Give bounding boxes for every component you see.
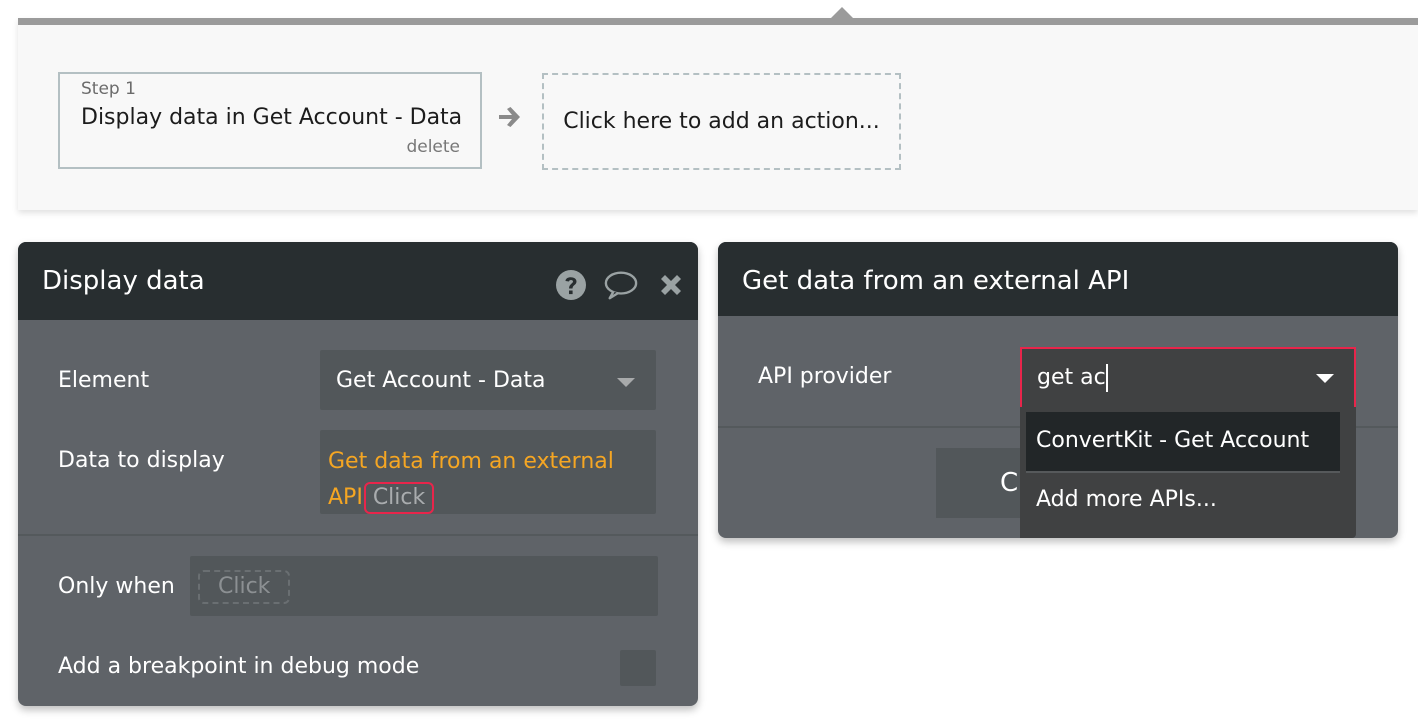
only-when-label: Only when bbox=[58, 574, 175, 599]
api-provider-input-value: get ac bbox=[1037, 365, 1106, 390]
step-number: Step 1 bbox=[81, 79, 136, 99]
click-chip-active[interactable]: Click bbox=[363, 482, 435, 514]
panel-header: Get data from an external API bbox=[718, 242, 1398, 316]
help-icon[interactable] bbox=[554, 268, 588, 302]
arrow-right-icon bbox=[499, 107, 520, 127]
workflow-bar: Step 1 Display data in Get Account - Dat… bbox=[18, 7, 1418, 210]
workflow-step-1[interactable]: Step 1 Display data in Get Account - Dat… bbox=[58, 72, 482, 169]
chevron-down-icon bbox=[617, 378, 635, 387]
expression-text[interactable]: Get data from an external API Click bbox=[328, 444, 648, 516]
panel-title: Get data from an external API bbox=[742, 266, 1130, 296]
dropdown-option-convertkit-get-account[interactable]: ConvertKit - Get Account bbox=[1026, 412, 1340, 473]
panel-header: Display data bbox=[18, 242, 698, 320]
dropdown-option-add-more-apis[interactable]: Add more APIs... bbox=[1036, 487, 1217, 512]
api-provider-search-input[interactable]: get ac bbox=[1020, 347, 1356, 407]
breakpoint-label: Add a breakpoint in debug mode bbox=[58, 654, 420, 679]
data-to-display-field[interactable]: Get data from an external API Click bbox=[320, 430, 656, 514]
delete-step-link[interactable]: delete bbox=[406, 137, 460, 157]
selected-event-caret bbox=[830, 7, 854, 19]
element-label: Element bbox=[58, 368, 150, 393]
click-chip[interactable]: Click bbox=[198, 570, 291, 604]
step-title: Display data in Get Account - Data bbox=[81, 105, 463, 130]
breakpoint-checkbox[interactable] bbox=[620, 650, 656, 686]
api-provider-label: API provider bbox=[758, 364, 892, 389]
display-data-panel: Display data Element Get Account - Data … bbox=[18, 242, 698, 706]
api-provider-dropdown-list: ConvertKit - Get Account Add more APIs..… bbox=[1020, 407, 1356, 538]
external-api-panel: Get data from an external API API provid… bbox=[718, 242, 1398, 538]
data-to-display-label: Data to display bbox=[58, 448, 225, 473]
divider bbox=[18, 534, 698, 536]
element-dropdown-value: Get Account - Data bbox=[336, 368, 546, 393]
add-action-button[interactable]: Click here to add an action... bbox=[542, 73, 901, 170]
close-icon[interactable] bbox=[654, 268, 688, 302]
comment-icon[interactable] bbox=[604, 268, 638, 302]
chevron-down-icon[interactable] bbox=[1316, 374, 1334, 383]
element-dropdown[interactable]: Get Account - Data bbox=[320, 350, 656, 410]
text-cursor bbox=[1105, 364, 1108, 392]
only-when-field[interactable]: Click bbox=[190, 556, 658, 616]
panel-title: Display data bbox=[42, 266, 205, 296]
